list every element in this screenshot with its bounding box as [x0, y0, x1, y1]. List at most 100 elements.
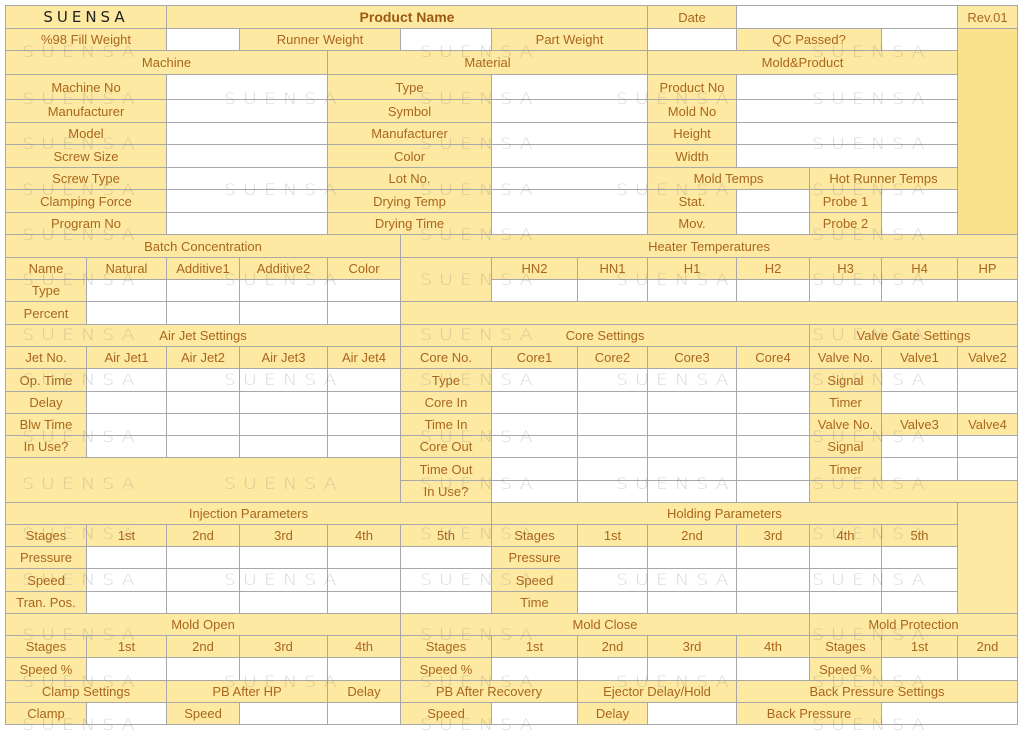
mold-field-input[interactable]: [736, 99, 958, 123]
injection-input[interactable]: [400, 546, 492, 569]
part-weight-input[interactable]: [647, 28, 737, 51]
mold-close-input[interactable]: [577, 657, 648, 681]
heater-input[interactable]: [491, 279, 578, 302]
core-input[interactable]: [491, 457, 578, 481]
core-input[interactable]: [491, 391, 578, 414]
heater-input[interactable]: [577, 279, 648, 302]
ejector-delay-input[interactable]: [647, 702, 737, 725]
injection-input[interactable]: [400, 591, 492, 614]
holding-input[interactable]: [577, 568, 648, 592]
core-input[interactable]: [736, 391, 810, 414]
air-jet-input[interactable]: [166, 368, 240, 392]
batch-input[interactable]: [86, 279, 167, 302]
valve-input[interactable]: [881, 457, 958, 481]
mold-field-input[interactable]: [736, 122, 958, 145]
pb-after-recovery-speed-input[interactable]: [491, 702, 578, 725]
batch-input[interactable]: [86, 301, 167, 325]
material-field-input[interactable]: [491, 99, 648, 123]
core-input[interactable]: [736, 480, 810, 503]
heater-input[interactable]: [957, 279, 1018, 302]
mold-close-input[interactable]: [647, 657, 737, 681]
core-input[interactable]: [736, 435, 810, 458]
qc-passed-input[interactable]: [881, 28, 958, 51]
core-input[interactable]: [736, 457, 810, 481]
mold-close-input[interactable]: [491, 657, 578, 681]
core-input[interactable]: [577, 368, 648, 392]
holding-input[interactable]: [647, 546, 737, 569]
batch-input[interactable]: [239, 301, 328, 325]
core-input[interactable]: [647, 413, 737, 436]
holding-input[interactable]: [736, 591, 810, 614]
air-jet-input[interactable]: [327, 435, 401, 458]
injection-input[interactable]: [166, 568, 240, 592]
injection-input[interactable]: [400, 568, 492, 592]
air-jet-input[interactable]: [239, 413, 328, 436]
machine-field-input[interactable]: [166, 144, 328, 168]
core-input[interactable]: [491, 413, 578, 436]
heater-input[interactable]: [647, 279, 737, 302]
air-jet-input[interactable]: [327, 391, 401, 414]
mold-field-input[interactable]: [736, 74, 958, 100]
material-field-input[interactable]: [491, 122, 648, 145]
holding-input[interactable]: [809, 546, 882, 569]
core-input[interactable]: [577, 413, 648, 436]
delay-input[interactable]: [327, 702, 401, 725]
material-field-input[interactable]: [491, 74, 648, 100]
holding-input[interactable]: [577, 546, 648, 569]
hot-runner-input[interactable]: [881, 189, 958, 213]
batch-input[interactable]: [327, 301, 401, 325]
injection-input[interactable]: [86, 546, 167, 569]
core-input[interactable]: [491, 435, 578, 458]
air-jet-input[interactable]: [166, 413, 240, 436]
machine-field-input[interactable]: [166, 167, 328, 190]
valve-input[interactable]: [957, 457, 1018, 481]
injection-input[interactable]: [239, 591, 328, 614]
core-input[interactable]: [647, 435, 737, 458]
core-input[interactable]: [491, 480, 578, 503]
core-input[interactable]: [736, 368, 810, 392]
injection-input[interactable]: [327, 591, 401, 614]
material-field-input[interactable]: [491, 144, 648, 168]
machine-field-input[interactable]: [166, 212, 328, 235]
air-jet-input[interactable]: [166, 435, 240, 458]
core-input[interactable]: [577, 480, 648, 503]
core-input[interactable]: [647, 480, 737, 503]
core-input[interactable]: [736, 413, 810, 436]
valve-input[interactable]: [881, 391, 958, 414]
injection-input[interactable]: [239, 568, 328, 592]
holding-input[interactable]: [647, 568, 737, 592]
core-input[interactable]: [577, 435, 648, 458]
valve-input[interactable]: [881, 368, 958, 392]
air-jet-input[interactable]: [166, 391, 240, 414]
air-jet-input[interactable]: [327, 413, 401, 436]
mold-open-input[interactable]: [166, 657, 240, 681]
material-field-input[interactable]: [491, 212, 648, 235]
holding-input[interactable]: [577, 591, 648, 614]
air-jet-input[interactable]: [86, 413, 167, 436]
mold-protection-input[interactable]: [881, 657, 958, 681]
valve-input[interactable]: [957, 391, 1018, 414]
holding-input[interactable]: [809, 591, 882, 614]
core-input[interactable]: [491, 368, 578, 392]
valve-input[interactable]: [881, 435, 958, 458]
material-field-input[interactable]: [491, 189, 648, 213]
machine-field-input[interactable]: [166, 99, 328, 123]
mold-open-input[interactable]: [86, 657, 167, 681]
batch-input[interactable]: [166, 279, 240, 302]
holding-input[interactable]: [881, 591, 958, 614]
batch-input[interactable]: [166, 301, 240, 325]
material-field-input[interactable]: [491, 167, 648, 190]
date-input[interactable]: [736, 5, 958, 29]
machine-field-input[interactable]: [166, 74, 328, 100]
air-jet-input[interactable]: [86, 435, 167, 458]
heater-input[interactable]: [809, 279, 882, 302]
valve-input[interactable]: [957, 368, 1018, 392]
pb-after-hp-speed-input[interactable]: [239, 702, 328, 725]
holding-input[interactable]: [809, 568, 882, 592]
mold-temp-input[interactable]: [736, 212, 810, 235]
mold-temp-input[interactable]: [736, 189, 810, 213]
injection-input[interactable]: [166, 546, 240, 569]
runner-weight-input[interactable]: [400, 28, 492, 51]
mold-open-input[interactable]: [239, 657, 328, 681]
injection-input[interactable]: [239, 546, 328, 569]
